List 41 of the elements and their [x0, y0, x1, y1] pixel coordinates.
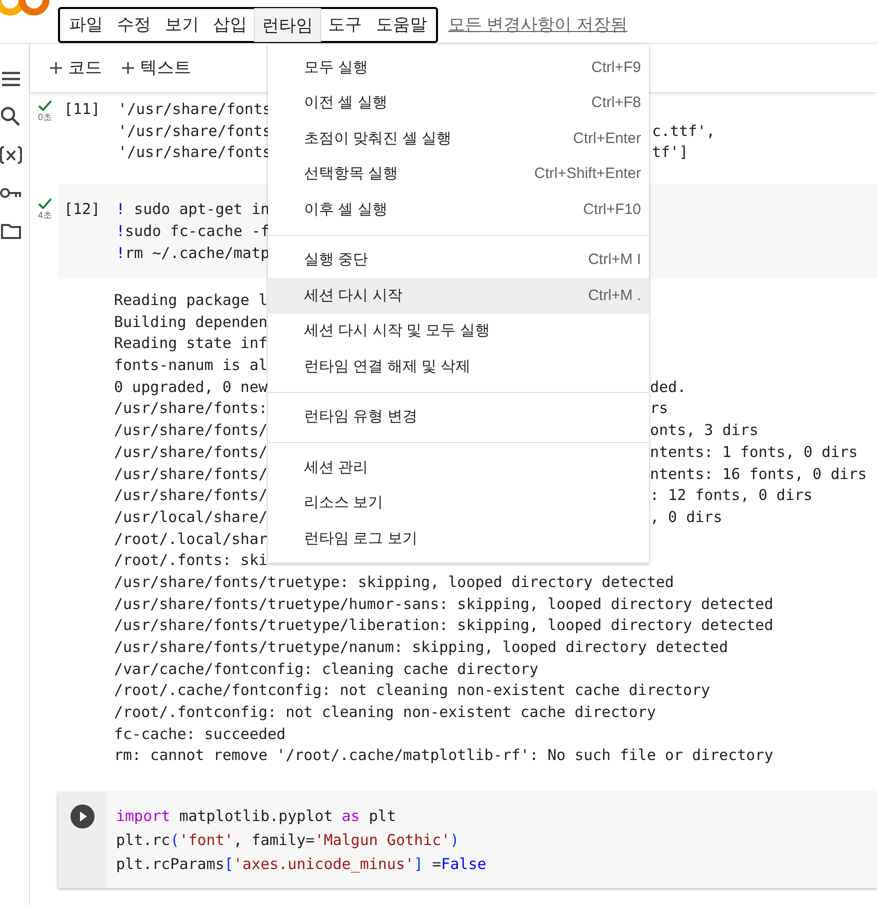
output-line: /usr/share/fonts/truetype/humor-sans: skipping, looped directory detected: [114, 594, 774, 614]
output-line: /usr/local/share/: [114, 506, 269, 528]
output-line: onts, 3 dirs: [650, 420, 758, 441]
output-line: rs: [650, 398, 668, 420]
output-line: /root/.local/shar: [114, 528, 268, 550]
output-line: 0 upgraded, 0 new: [114, 376, 269, 398]
output-line: , 0 dirs: [650, 506, 722, 528]
code-line: !rm ~/.cache/matp: [116, 243, 271, 264]
output-line: /var/cache/fontconfig: cleaning cache directory: [114, 658, 538, 680]
output-line: /usr/share/fonts:: [114, 398, 269, 420]
output-line: /usr/share/fonts/: [114, 420, 269, 441]
output-line: /usr/share/fonts/: [114, 464, 269, 484]
code-line: plt.rcParams['axes.unicode_minus'] =False: [116, 854, 486, 876]
run-duration: 4초: [38, 209, 52, 222]
output-line: /root/.fonts: ski: [114, 550, 268, 571]
output-line: /usr/share/fonts/: [114, 485, 269, 506]
code-line: ! sudo apt-get in: [116, 199, 271, 220]
output-line: Building dependen: [114, 312, 268, 332]
code-line: tf']: [652, 142, 688, 164]
output-line: ntents: 16 fonts, 0 dirs: [650, 464, 867, 484]
code-line: !sudo fc-cache -f: [116, 221, 271, 242]
execution-count: [11]: [64, 99, 102, 120]
code-line: plt.rc('font', family='Malgun Gothic'): [116, 830, 460, 852]
output-line: rm: cannot remove '/root/.cache/matplotlib-rf': No such file or directory: [114, 745, 774, 766]
output-line: : 12 fonts, 0 dirs: [650, 485, 813, 506]
output-line: /usr/share/fonts/: [114, 442, 269, 462]
output-line: /usr/share/fonts/truetype: skipping, looped directory detected: [114, 572, 674, 593]
output-line: ntents: 1 fonts, 0 dirs: [650, 442, 858, 462]
output-line: /usr/share/fonts/truetype/liberation: skipping, looped directory detected: [114, 615, 774, 636]
code-line: import matplotlib.pyplot as plt: [116, 806, 397, 828]
output-line: /usr/share/fonts/truetype/nanum: skipping, looped directory detected: [114, 637, 728, 658]
output-line: /root/.fontconfig: not cleaning non-existent cache directory: [114, 702, 656, 723]
output-line: /root/.cache/fontconfig: not cleaning non-existent cache directory: [114, 680, 710, 702]
output-line: Reading state inf: [114, 333, 268, 354]
run-duration: 0초: [38, 111, 52, 124]
output-line: fonts-nanum is al: [114, 355, 268, 376]
output-line: ded.: [650, 376, 686, 398]
output-line: Reading package l: [114, 290, 268, 311]
code-line: c.ttf',: [652, 120, 716, 142]
output-line: fc-cache: succeeded: [114, 724, 286, 744]
execution-count: [12]: [64, 199, 102, 220]
